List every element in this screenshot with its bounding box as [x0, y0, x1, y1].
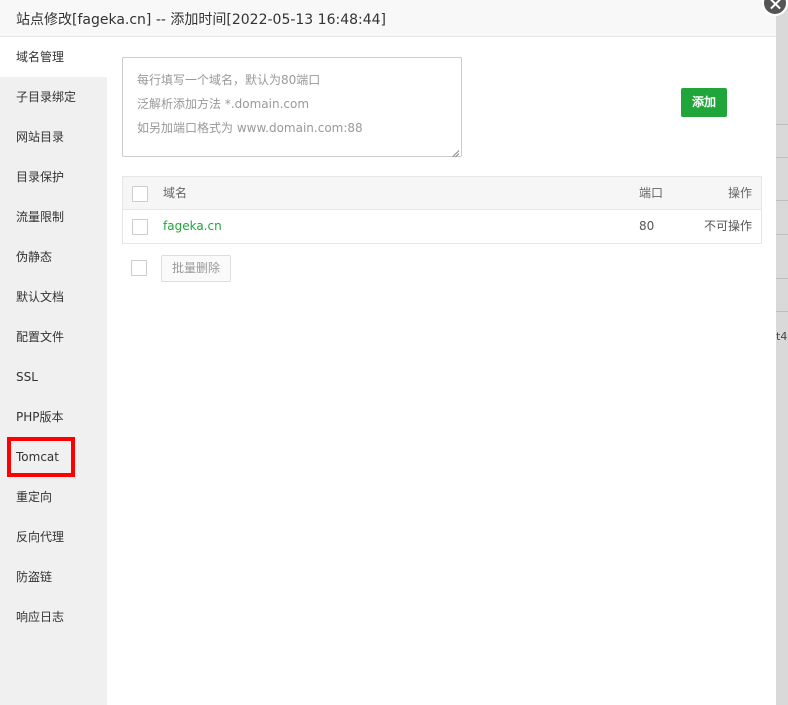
header-ops: 操作 — [727, 186, 752, 200]
sidebar-item-dir-protect[interactable]: 目录保护 — [0, 157, 107, 197]
add-domain-button[interactable]: 添加 — [681, 88, 727, 117]
bg-divider — [776, 124, 788, 125]
sidebar-item-response-log[interactable]: 响应日志 — [0, 597, 107, 637]
sidebar-item-label: 响应日志 — [16, 610, 65, 624]
sidebar-item-label: 重定向 — [16, 490, 53, 504]
domain-input-placeholder-line: 泛解析添加方法 *.domain.com — [137, 97, 310, 111]
sidebar-item-label: 域名管理 — [16, 50, 65, 64]
sidebar-item-ssl[interactable]: SSL — [0, 357, 107, 397]
site-edit-dialog: 站点修改[fageka.cn] -- 添加时间[2022-05-13 16:48… — [0, 0, 776, 705]
sidebar-item-config-file[interactable]: 配置文件 — [0, 317, 107, 357]
sidebar-item-rewrite[interactable]: 伪静态 — [0, 237, 107, 277]
sidebar-item-label: 反向代理 — [16, 530, 65, 544]
sidebar-item-label: 子目录绑定 — [16, 90, 77, 104]
sidebar-item-redirect[interactable]: 重定向 — [0, 477, 107, 517]
sidebar-item-label: 目录保护 — [16, 170, 65, 184]
sidebar-item-reverse-proxy[interactable]: 反向代理 — [0, 517, 107, 557]
batch-select-checkbox[interactable] — [131, 260, 147, 276]
batch-delete-button[interactable]: 批量删除 — [161, 255, 231, 282]
highlight-box — [7, 437, 75, 477]
domain-input-placeholder-line: 如另加端口格式为 www.domain.com:88 — [137, 121, 363, 135]
sidebar-item-php-version[interactable]: PHP版本 — [0, 397, 107, 437]
header-domain: 域名 — [163, 186, 188, 200]
bg-divider — [776, 234, 788, 235]
bg-divider — [776, 157, 788, 158]
sidebar-item-tomcat[interactable]: Tomcat — [0, 437, 107, 477]
dialog-title-bar: 站点修改[fageka.cn] -- 添加时间[2022-05-13 16:48… — [0, 0, 776, 37]
dialog-title: 站点修改[fageka.cn] -- 添加时间[2022-05-13 16:48… — [16, 12, 387, 28]
sidebar-item-traffic-limit[interactable]: 流量限制 — [0, 197, 107, 237]
header-port: 端口 — [639, 186, 664, 200]
sidebar-item-hotlink-protect[interactable]: 防盗链 — [0, 557, 107, 597]
row-domain[interactable]: fageka.cn — [163, 210, 222, 243]
sidebar-item-default-doc[interactable]: 默认文档 — [0, 277, 107, 317]
domain-input[interactable]: 每行填写一个域名，默认为80端口 泛解析添加方法 *.domain.com 如另… — [122, 57, 462, 157]
row-checkbox[interactable] — [132, 219, 148, 235]
bg-divider — [776, 278, 788, 279]
sidebar-item-label: PHP版本 — [16, 410, 64, 424]
domain-input-placeholder-line: 每行填写一个域名，默认为80端口 — [137, 73, 321, 87]
background-page: t4 — [776, 0, 788, 705]
sidebar-item-site-dir[interactable]: 网站目录 — [0, 117, 107, 157]
row-ops: 不可操作 — [703, 219, 752, 233]
sidebar-item-label: SSL — [16, 370, 38, 384]
bg-text-fragment: t4 — [776, 330, 788, 343]
table-header: 域名 端口 操作 — [123, 177, 761, 210]
sidebar-item-label: 配置文件 — [16, 330, 65, 344]
sidebar-item-subdir-binding[interactable]: 子目录绑定 — [0, 77, 107, 117]
sidebar-item-label: 网站目录 — [16, 130, 65, 144]
select-all-checkbox[interactable] — [132, 186, 148, 202]
bg-divider — [776, 311, 788, 312]
domain-table: 域名 端口 操作 fageka.cn 80 不可操作 — [122, 176, 762, 244]
sidebar-item-label: 防盗链 — [16, 570, 53, 584]
sidebar-item-domain[interactable]: 域名管理 — [0, 37, 107, 77]
bg-divider — [776, 200, 788, 201]
sidebar-item-label: 伪静态 — [16, 250, 53, 264]
sidebar-item-label: 流量限制 — [16, 210, 65, 224]
table-row: fageka.cn 80 不可操作 — [123, 210, 761, 243]
resize-grip-icon[interactable] — [451, 146, 459, 154]
row-port: 80 — [639, 219, 655, 233]
sidebar-item-label: 默认文档 — [16, 290, 65, 304]
sidebar: 域名管理 子目录绑定 网站目录 目录保护 流量限制 伪静态 默认文档 配置文件 … — [0, 37, 107, 705]
